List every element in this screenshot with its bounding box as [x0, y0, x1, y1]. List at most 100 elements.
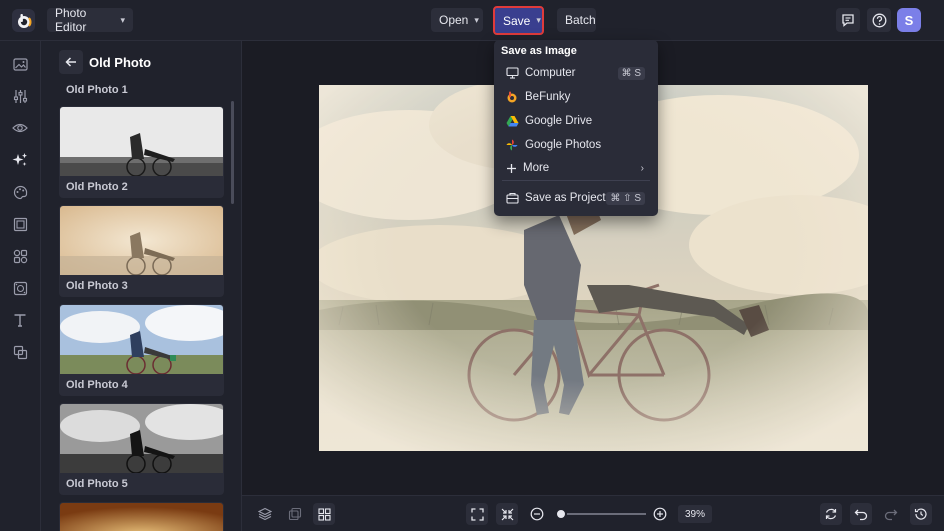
panel-scrollbar[interactable] [231, 101, 234, 204]
save-button[interactable]: Save ▾ [493, 6, 544, 35]
text-icon [14, 314, 26, 327]
preset-label: Old Photo 3 [66, 280, 128, 292]
rail-artsy[interactable] [12, 184, 28, 200]
menu-divider [502, 180, 650, 181]
google-drive-icon [505, 114, 519, 128]
rail-frames[interactable] [12, 216, 28, 232]
layers-toggle[interactable] [254, 503, 276, 525]
zoom-level[interactable]: 39% [678, 505, 712, 523]
shrink-icon [501, 508, 513, 520]
preset-thumbnail [60, 305, 223, 374]
save-to-google-photos[interactable]: Google Photos [494, 134, 658, 156]
google-photos-icon [505, 138, 519, 152]
arrow-left-icon [65, 57, 76, 67]
preset-thumbnail [60, 404, 223, 473]
preset-label: Old Photo 5 [66, 478, 128, 490]
computer-label: Computer [525, 67, 576, 79]
panel-title: Old Photo [89, 55, 152, 70]
overlay-icon [13, 281, 27, 295]
save-to-google-drive[interactable]: Google Drive [494, 110, 658, 132]
rail-adjust[interactable] [12, 88, 28, 104]
save-to-befunky[interactable]: BeFunky [494, 86, 658, 108]
feedback-button[interactable] [836, 8, 860, 32]
save-dropdown-menu: Save as Image Computer ⌘ S BeFunky Googl… [494, 40, 658, 216]
chevron-down-icon: ▾ [536, 15, 541, 25]
grid-icon [317, 507, 331, 521]
photo-editor-menu[interactable]: Photo Editor ▾ [47, 6, 133, 34]
palette-icon [13, 185, 27, 199]
rail-effects[interactable] [12, 152, 28, 168]
eye-icon [12, 123, 28, 133]
save-as-project[interactable]: Save as Project ⌘ ⇧ S [494, 187, 658, 209]
chevron-down-icon: ▾ [474, 14, 479, 25]
zoom-slider-track[interactable] [557, 513, 646, 515]
minus-circle-icon [530, 507, 544, 521]
preset-card[interactable]: Old Photo 5 [59, 403, 224, 495]
zoom-slider-handle[interactable] [555, 508, 567, 520]
project-icon [505, 191, 519, 205]
refresh-icon [825, 508, 837, 520]
befunky-logo[interactable] [12, 9, 35, 32]
open-button[interactable]: Open ▾ [431, 8, 483, 32]
plus-circle-icon [653, 507, 667, 521]
preset-thumbnail [60, 206, 223, 275]
undo-button[interactable] [850, 503, 872, 525]
rail-graphics[interactable] [12, 248, 28, 264]
image-icon [12, 57, 28, 71]
save-as-image-heading: Save as Image [501, 45, 577, 57]
befunky-icon [505, 90, 519, 104]
preset-card[interactable]: Old Photo 2 [59, 106, 224, 198]
chevron-down-icon: ▾ [120, 14, 125, 25]
rail-textures[interactable] [12, 280, 28, 296]
grid-view-button[interactable] [313, 503, 335, 525]
batch-label: Batch [565, 13, 596, 27]
logo-icon [17, 13, 31, 28]
actual-size-button[interactable] [496, 503, 518, 525]
zoom-in-button[interactable] [649, 503, 671, 525]
user-avatar[interactable]: S [897, 8, 921, 32]
tool-rail [0, 41, 41, 531]
preset-thumbnail [60, 107, 223, 176]
save-label: Save [503, 13, 531, 28]
shortcut-label: ⌘ S [617, 66, 645, 80]
fit-to-screen-button[interactable] [466, 503, 488, 525]
preset-thumbnail [60, 503, 223, 531]
save-as-project-label: Save as Project [525, 192, 606, 204]
open-label: Open [439, 13, 469, 27]
zoom-out-button[interactable] [526, 503, 548, 525]
befunky-label: BeFunky [525, 91, 571, 103]
google-drive-label: Google Drive [525, 115, 593, 127]
preset-card[interactable]: Old Photo 4 [59, 304, 224, 396]
save-to-computer[interactable]: Computer ⌘ S [494, 62, 658, 84]
help-button[interactable] [867, 8, 891, 32]
shortcut-label: ⌘ ⇧ S [606, 191, 645, 205]
preset-card[interactable]: Old Photo 3 [59, 205, 224, 297]
photo-editor-label: Photo Editor [55, 6, 87, 34]
google-photos-label: Google Photos [525, 139, 602, 151]
back-button[interactable] [59, 50, 83, 74]
shapes-icon [13, 249, 27, 263]
preset-label: Old Photo 2 [66, 181, 128, 193]
more-options[interactable]: More › [494, 157, 658, 179]
bottom-toolbar: 39% [242, 495, 944, 531]
redo-button[interactable] [880, 503, 902, 525]
frame-icon [13, 217, 27, 231]
rail-text[interactable] [12, 312, 28, 328]
compare-button[interactable] [284, 503, 306, 525]
batch-button[interactable]: Batch [557, 8, 596, 32]
refresh-button[interactable] [820, 503, 842, 525]
stack-icon [258, 507, 272, 521]
chat-icon [842, 14, 854, 27]
compare-icon [288, 507, 302, 521]
rail-preview[interactable] [12, 120, 28, 136]
history-icon [914, 508, 927, 520]
history-button[interactable] [910, 503, 932, 525]
help-icon [872, 13, 886, 27]
monitor-icon [505, 66, 519, 80]
rail-image-manager[interactable] [12, 56, 28, 72]
more-label: More [523, 162, 550, 174]
rail-layers[interactable] [12, 344, 28, 360]
preset-card[interactable] [59, 502, 224, 531]
redo-icon [884, 509, 898, 521]
plus-icon [504, 161, 518, 175]
